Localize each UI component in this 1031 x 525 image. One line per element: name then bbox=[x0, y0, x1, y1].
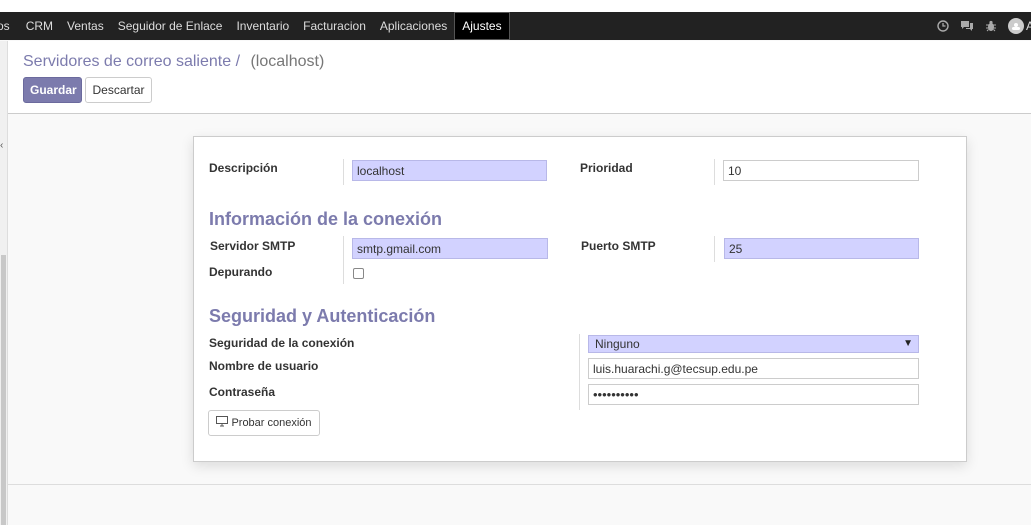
bug-icon[interactable] bbox=[984, 19, 998, 33]
menu-item-crm[interactable]: CRM bbox=[19, 12, 60, 40]
connection-section-title: Información de la conexión bbox=[209, 209, 443, 229]
monitor-icon bbox=[216, 416, 229, 430]
menu-item-ajustes[interactable]: Ajustes bbox=[454, 12, 510, 40]
password-label: Contraseña bbox=[209, 385, 276, 399]
menu-item-inventario[interactable]: Inventario bbox=[229, 12, 296, 40]
smtp-port-input[interactable]: 25 bbox=[724, 238, 919, 259]
user-menu[interactable]: A bbox=[1007, 18, 1031, 34]
debugging-checkbox[interactable] bbox=[353, 268, 364, 279]
save-button[interactable]: Guardar bbox=[23, 77, 82, 103]
test-connection-label: Probar conexión bbox=[231, 417, 312, 429]
username-label: Nombre de usuario bbox=[209, 359, 319, 373]
menu-item-aplicaciones[interactable]: Aplicaciones bbox=[373, 12, 454, 40]
label-separator bbox=[714, 159, 715, 185]
caret-down-icon: ▼ bbox=[903, 338, 913, 349]
password-input[interactable]: •••••••••• bbox=[588, 384, 919, 405]
avatar bbox=[1007, 18, 1024, 34]
bottom-divider bbox=[8, 484, 1031, 485]
test-connection-button[interactable]: Probar conexión bbox=[208, 410, 320, 436]
label-separator bbox=[343, 236, 344, 284]
label-separator bbox=[343, 159, 344, 185]
menu-item-facturacion[interactable]: Facturacion bbox=[296, 12, 373, 40]
debugging-label: Depurando bbox=[209, 265, 273, 279]
chat-icon[interactable] bbox=[960, 19, 974, 33]
connection-security-value: Ninguno bbox=[595, 337, 640, 351]
connection-security-select[interactable]: Ninguno ▼ bbox=[588, 335, 919, 353]
form-sheet: Descripción localhost Prioridad 10 Infor… bbox=[193, 136, 967, 462]
left-arrow-icon[interactable]: ‹ bbox=[0, 140, 3, 151]
priority-label: Prioridad bbox=[580, 161, 633, 175]
clock-icon[interactable] bbox=[936, 19, 950, 33]
menu-item-seguidor-de-enlace[interactable]: Seguidor de Enlace bbox=[111, 12, 230, 40]
label-separator bbox=[714, 236, 715, 262]
left-scrollbar[interactable] bbox=[1, 255, 6, 525]
breadcrumb-current: (localhost) bbox=[250, 53, 325, 70]
breadcrumb: Servidores de correo saliente / (localho… bbox=[23, 53, 324, 71]
breadcrumb-separator: / bbox=[235, 53, 241, 70]
menu-item-ventas[interactable]: Ventas bbox=[60, 12, 111, 40]
label-separator bbox=[579, 334, 580, 410]
menu-item-apps-partial[interactable]: os bbox=[0, 12, 19, 40]
smtp-server-label: Servidor SMTP bbox=[210, 239, 296, 253]
breadcrumb-parent-link[interactable]: Servidores de correo saliente bbox=[23, 53, 231, 70]
systray: A bbox=[936, 12, 1031, 40]
discard-button[interactable]: Descartar bbox=[85, 77, 152, 103]
connection-security-label: Seguridad de la conexión bbox=[209, 336, 355, 350]
user-name-partial: A bbox=[1025, 19, 1031, 33]
smtp-port-label: Puerto SMTP bbox=[581, 239, 656, 253]
username-input[interactable]: luis.huarachi.g@tecsup.edu.pe bbox=[588, 358, 919, 379]
main-navbar: os CRM Ventas Seguidor de Enlace Inventa… bbox=[0, 12, 1031, 40]
security-section-title: Seguridad y Autenticación bbox=[209, 306, 436, 326]
smtp-server-input[interactable]: smtp.gmail.com bbox=[352, 238, 548, 259]
description-label: Descripción bbox=[209, 161, 278, 175]
priority-input[interactable]: 10 bbox=[723, 160, 919, 181]
description-input[interactable]: localhost bbox=[352, 160, 547, 181]
control-panel: Servidores de correo saliente / (localho… bbox=[8, 41, 1031, 114]
